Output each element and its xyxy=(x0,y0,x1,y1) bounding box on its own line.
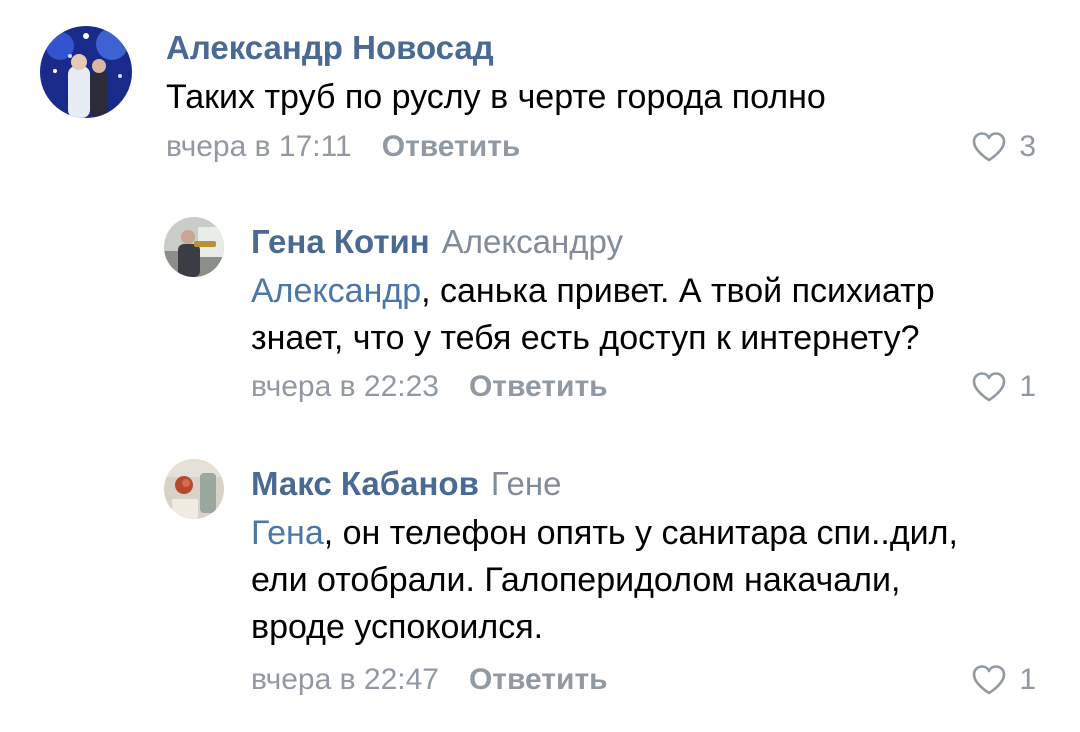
mention-link[interactable]: Александр xyxy=(251,272,421,310)
comment-text: Александр, санька привет. А твой психиат… xyxy=(251,268,935,362)
avatar[interactable] xyxy=(164,217,224,277)
like-button[interactable]: 1 xyxy=(971,662,1036,698)
like-button[interactable]: 3 xyxy=(971,129,1036,165)
timestamp: вчера в 17:11 xyxy=(166,130,352,163)
comment-text-fragment: , он телефон опять у санитара спи..дил, xyxy=(323,514,958,552)
author-line: Макс Кабанов Гене xyxy=(251,464,561,504)
comment-text-line: ели отобрали. Галоперидолом накачали, xyxy=(251,561,901,599)
like-count: 1 xyxy=(1019,663,1036,696)
comment-meta: вчера в 22:23 Ответить xyxy=(251,369,608,405)
comment-text-line: вроде успокоился. xyxy=(251,608,544,646)
heart-icon xyxy=(973,665,1006,695)
comment-meta: вчера в 17:11 Ответить xyxy=(166,129,520,165)
author-line: Гена Котин Александру xyxy=(251,222,623,262)
like-button[interactable]: 1 xyxy=(971,369,1036,405)
comment-text-line: Гена, он телефон опять у санитара спи..д… xyxy=(251,510,958,557)
author-name[interactable]: Гена Котин xyxy=(251,223,430,260)
avatar[interactable] xyxy=(164,459,224,519)
heart-icon xyxy=(973,132,1006,162)
like-count: 3 xyxy=(1019,130,1036,163)
comment-meta: вчера в 22:47 Ответить xyxy=(251,662,608,698)
comment-text-line: знает, что у тебя есть доступ к интернет… xyxy=(251,319,920,357)
comment-text-line: Александр, санька привет. А твой психиат… xyxy=(251,268,935,315)
avatar[interactable] xyxy=(40,26,132,118)
comment-text: Гена, он телефон опять у санитара спи..д… xyxy=(251,510,958,651)
author-name[interactable]: Макс Кабанов xyxy=(251,465,479,502)
like-count: 1 xyxy=(1019,370,1036,403)
timestamp: вчера в 22:47 xyxy=(251,663,439,696)
reply-to[interactable]: Александру xyxy=(442,223,623,260)
comment-text: Таких труб по руслу в черте города полно xyxy=(166,74,826,121)
reply-to[interactable]: Гене xyxy=(491,465,562,502)
reply-button[interactable]: Ответить xyxy=(469,663,608,696)
reply-button[interactable]: Ответить xyxy=(382,130,521,163)
heart-icon xyxy=(973,372,1006,402)
author-line: Александр Новосад xyxy=(166,28,494,68)
comment-text-fragment: , санька привет. А твой психиатр xyxy=(421,272,935,310)
mention-link[interactable]: Гена xyxy=(251,514,324,552)
timestamp: вчера в 22:23 xyxy=(251,370,439,403)
reply-button[interactable]: Ответить xyxy=(469,370,608,403)
author-name[interactable]: Александр Новосад xyxy=(166,29,494,66)
comment-text-line: Таких труб по руслу в черте города полно xyxy=(166,78,826,116)
